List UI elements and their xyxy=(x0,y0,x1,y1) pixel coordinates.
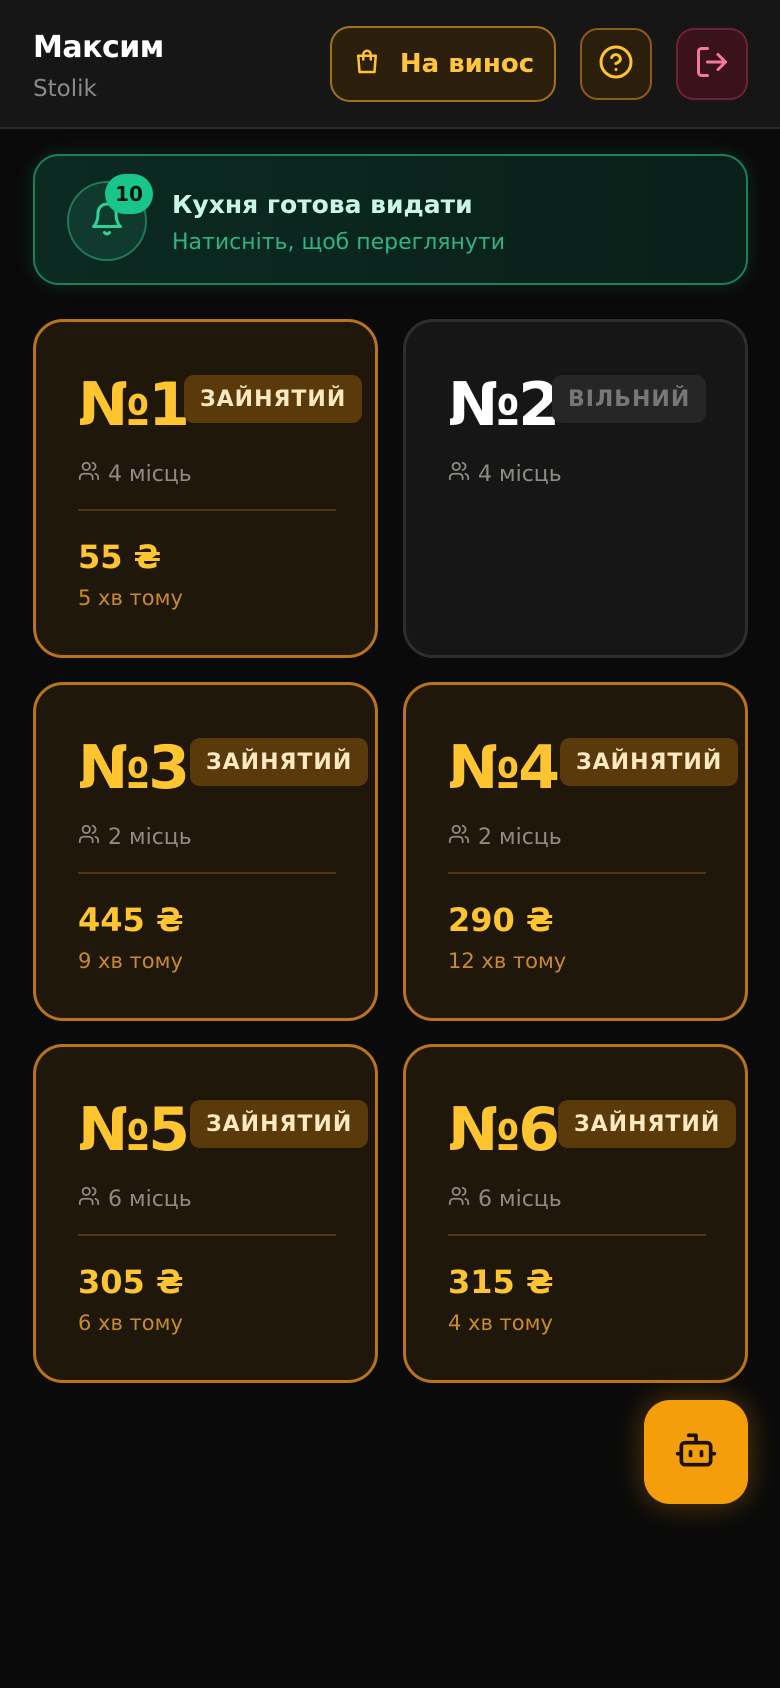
table-number: №6 xyxy=(448,1095,560,1165)
table-card-3[interactable]: №3 ЗАЙНЯТИЙ 2 місць 445 ₴ 9 хв тому xyxy=(33,682,378,1021)
table-card-6[interactable]: №6 ЗАЙНЯТИЙ 6 місць 315 ₴ 4 хв тому xyxy=(403,1044,748,1383)
seats-label: 2 місць xyxy=(108,824,192,850)
notification-count-badge: 10 xyxy=(105,174,153,214)
takeaway-button[interactable]: На винос xyxy=(330,26,556,102)
seats-info: 4 місць xyxy=(78,460,192,488)
order-time: 9 хв тому xyxy=(78,949,183,973)
order-amount: 290 ₴ xyxy=(448,901,554,939)
takeaway-label: На винос xyxy=(399,49,535,79)
table-number: №2 xyxy=(448,370,560,440)
logout-icon xyxy=(694,44,730,84)
seats-label: 6 місць xyxy=(108,1186,192,1212)
seats-info: 2 місць xyxy=(448,823,562,851)
order-time: 4 хв тому xyxy=(448,1311,553,1335)
status-badge: ЗАЙНЯТИЙ xyxy=(184,375,363,423)
table-card-2[interactable]: №2 ВІЛЬНИЙ 4 місць xyxy=(403,319,748,658)
users-icon xyxy=(448,1185,470,1213)
seats-label: 2 місць xyxy=(478,824,562,850)
status-badge: ЗАЙНЯТИЙ xyxy=(558,1100,737,1148)
order-time: 5 хв тому xyxy=(78,586,183,610)
logout-button[interactable] xyxy=(676,28,748,100)
users-icon xyxy=(448,823,470,851)
table-number: №1 xyxy=(78,370,190,440)
table-number: №5 xyxy=(78,1095,190,1165)
user-name: Максим xyxy=(33,30,164,65)
shopping-bag-icon xyxy=(352,47,382,81)
table-number: №4 xyxy=(448,733,560,803)
seats-info: 2 місць xyxy=(78,823,192,851)
seats-label: 4 місць xyxy=(478,461,562,487)
status-badge: ВІЛЬНИЙ xyxy=(552,375,707,423)
table-card-1[interactable]: №1 ЗАЙНЯТИЙ 4 місць 55 ₴ 5 хв тому xyxy=(33,319,378,658)
table-card-5[interactable]: №5 ЗАЙНЯТИЙ 6 місць 305 ₴ 6 хв тому xyxy=(33,1044,378,1383)
help-button[interactable] xyxy=(580,28,652,100)
seats-info: 4 місць xyxy=(448,460,562,488)
app-name: Stolik xyxy=(33,76,97,102)
status-badge: ЗАЙНЯТИЙ xyxy=(190,1100,369,1148)
order-amount: 445 ₴ xyxy=(78,901,184,939)
users-icon xyxy=(448,460,470,488)
help-circle-icon xyxy=(598,44,634,84)
notification-subtitle: Натисніть, щоб переглянути xyxy=(172,230,506,255)
order-time: 6 хв тому xyxy=(78,1311,183,1335)
order-amount: 315 ₴ xyxy=(448,1263,554,1301)
users-icon xyxy=(78,1185,100,1213)
card-divider xyxy=(78,872,336,874)
app-header: Максим Stolik На винос xyxy=(0,0,780,129)
card-divider xyxy=(78,509,336,511)
status-badge: ЗАЙНЯТИЙ xyxy=(190,738,369,786)
seats-info: 6 місць xyxy=(448,1185,562,1213)
order-amount: 55 ₴ xyxy=(78,538,162,576)
seats-info: 6 місць xyxy=(78,1185,192,1213)
order-amount: 305 ₴ xyxy=(78,1263,184,1301)
table-card-4[interactable]: №4 ЗАЙНЯТИЙ 2 місць 290 ₴ 12 хв тому xyxy=(403,682,748,1021)
assistant-button[interactable] xyxy=(644,1400,748,1504)
bot-icon xyxy=(674,1428,718,1476)
card-divider xyxy=(448,1234,706,1236)
seats-label: 6 місць xyxy=(478,1186,562,1212)
users-icon xyxy=(78,823,100,851)
order-time: 12 хв тому xyxy=(448,949,567,973)
card-divider xyxy=(448,872,706,874)
users-icon xyxy=(78,460,100,488)
card-divider xyxy=(78,1234,336,1236)
status-badge: ЗАЙНЯТИЙ xyxy=(560,738,739,786)
notification-title: Кухня готова видати xyxy=(172,190,473,219)
kitchen-ready-notification[interactable]: 10 Кухня готова видати Натисніть, щоб пе… xyxy=(33,154,748,285)
seats-label: 4 місць xyxy=(108,461,192,487)
table-number: №3 xyxy=(78,733,190,803)
